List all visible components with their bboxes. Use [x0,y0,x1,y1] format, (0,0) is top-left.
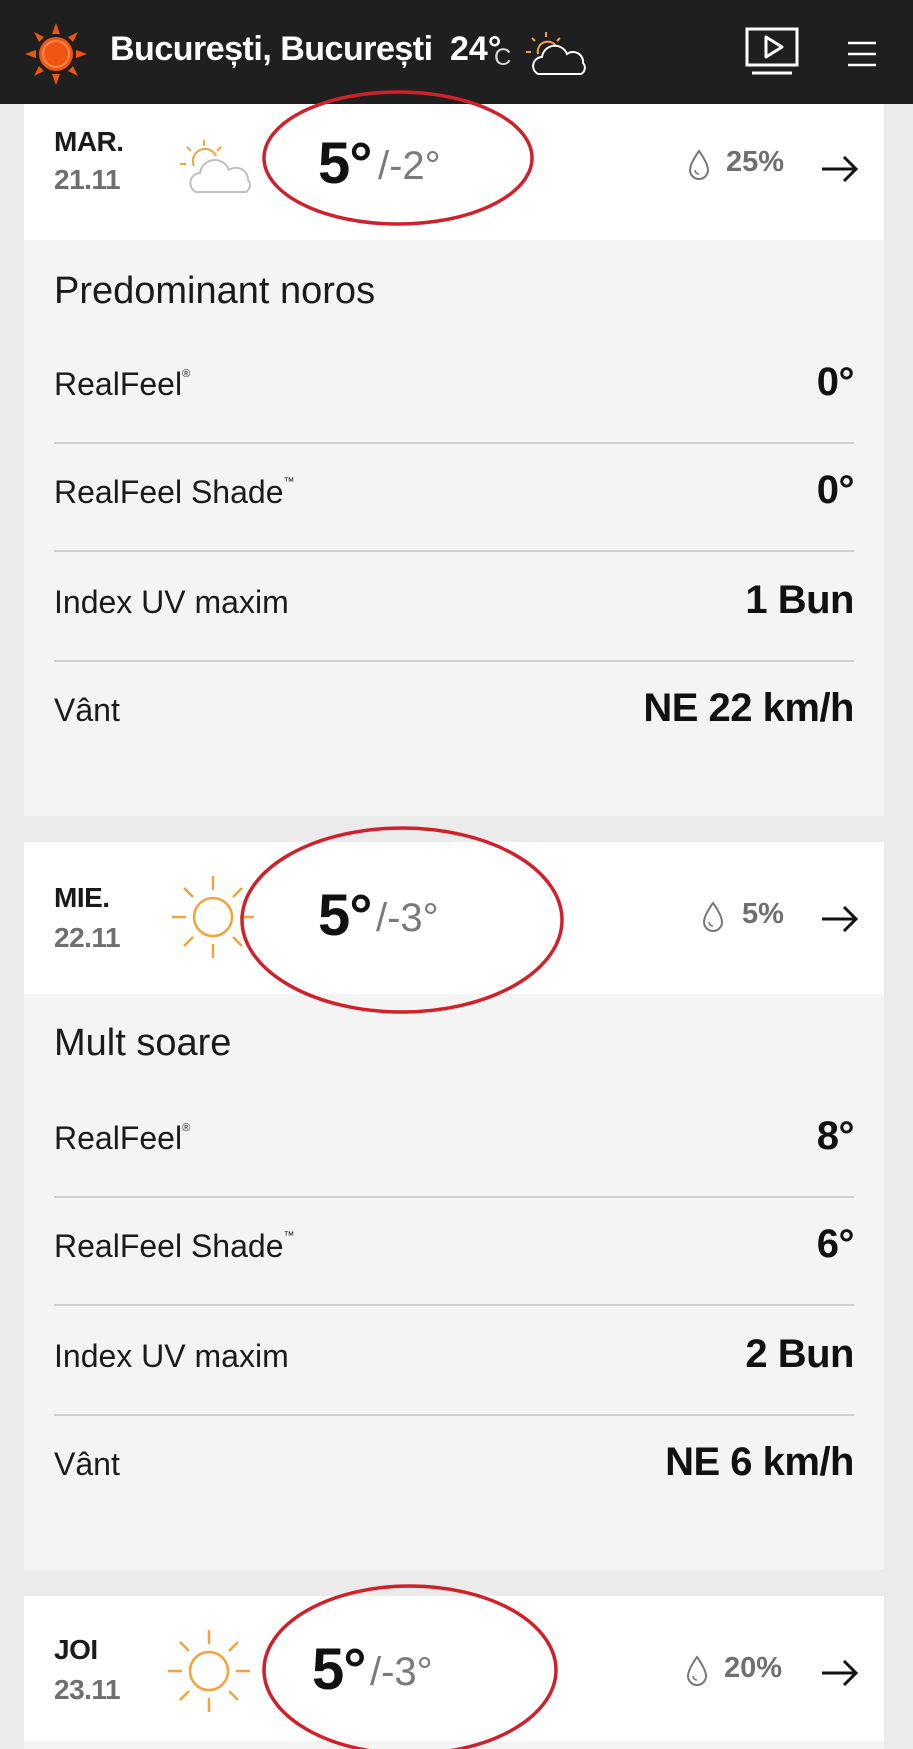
low-temperature: /-3° [370,1650,433,1694]
detail-label: RealFeel Shade™ [54,1228,295,1264]
partly-cloudy-icon [180,140,251,193]
arrow-right-icon[interactable] [820,154,860,184]
low-temperature: /-2° [378,144,441,188]
detail-value: 1 Bun [745,578,854,622]
day-date: 22.11 [54,922,121,953]
hamburger-menu-icon[interactable] [846,38,878,70]
detail-label: Index UV maxim [54,584,289,620]
detail-value: 8° [816,1114,855,1158]
partly-cloudy-icon [526,32,586,75]
day-summary-row[interactable]: MIE. 22.11 5° /-3° 5% [24,842,884,994]
detail-value: NE 22 km/h [643,686,854,730]
day-date: 23.11 [54,1674,121,1705]
location-name[interactable]: București, București [110,30,433,69]
detail-row-wind: Vânt NE 22 km/h [54,662,854,770]
detail-row-realfeel: RealFeel® 8° [54,1090,855,1198]
detail-row-uv-index: Index UV maxim 1 Bun [54,554,854,662]
precipitation-chance: 20% [724,1652,783,1684]
detail-row-realfeel-shade: RealFeel Shade™ 0° [54,444,855,552]
day-summary-row[interactable]: MAR. 21.11 5° /-2° 25% [24,104,884,240]
low-temperature: /-3° [376,896,439,940]
raindrop-icon [686,1655,708,1686]
high-temperature: 5° [318,131,372,196]
day-of-week: MAR. [54,126,124,157]
video-play-icon[interactable] [744,26,800,78]
day-of-week: JOI [54,1634,98,1665]
detail-value: 0° [816,360,855,404]
detail-row-wind: Vânt NE 6 km/h [54,1416,854,1524]
day-card-mar: MAR. 21.11 5° /-2° 25% Predominant noros… [24,104,884,816]
day-card-mie: MIE. 22.11 5° /-3° 5% Mult soare RealFee… [24,842,884,1570]
temperature-unit: C [494,44,512,71]
divider [54,1304,854,1306]
detail-row-realfeel-shade: RealFeel Shade™ 6° [54,1198,855,1306]
detail-label: RealFeel® [54,1120,191,1156]
weather-summary: Mult soare [54,1022,232,1064]
arrow-right-icon[interactable] [820,904,860,934]
high-temperature: 5° [312,1637,366,1702]
day-of-week: MIE. [54,882,110,913]
precipitation-chance: 5% [742,898,784,930]
detail-label: RealFeel Shade™ [54,474,295,510]
detail-value: NE 6 km/h [665,1440,854,1484]
arrow-right-icon[interactable] [820,1658,860,1688]
detail-value: 0° [816,468,855,512]
day-date: 21.11 [54,164,121,195]
high-temperature: 5° [318,883,372,948]
detail-label: Vânt [54,692,120,728]
detail-label: Index UV maxim [54,1338,289,1374]
detail-label: Vânt [54,1446,120,1482]
divider [54,550,854,552]
weather-summary: Predominant noros [54,270,376,312]
raindrop-icon [702,901,724,932]
sunny-icon [168,1630,250,1712]
detail-row-uv-index: Index UV maxim 2 Bun [54,1308,854,1416]
precipitation-chance: 25% [726,146,785,178]
raindrop-icon [688,149,710,180]
detail-row-realfeel: RealFeel® 0° [54,336,855,444]
sun-logo-icon[interactable] [24,22,88,86]
app-header: București, București 24° C [0,0,913,104]
detail-label: RealFeel® [54,366,191,402]
day-card-joi: JOI 23.11 5° /-3° 20% [24,1596,884,1749]
sunny-icon [172,876,254,958]
detail-value: 2 Bun [745,1332,854,1376]
day-summary-row[interactable]: JOI 23.11 5° /-3° 20% [24,1596,884,1741]
detail-value: 6° [816,1222,855,1266]
